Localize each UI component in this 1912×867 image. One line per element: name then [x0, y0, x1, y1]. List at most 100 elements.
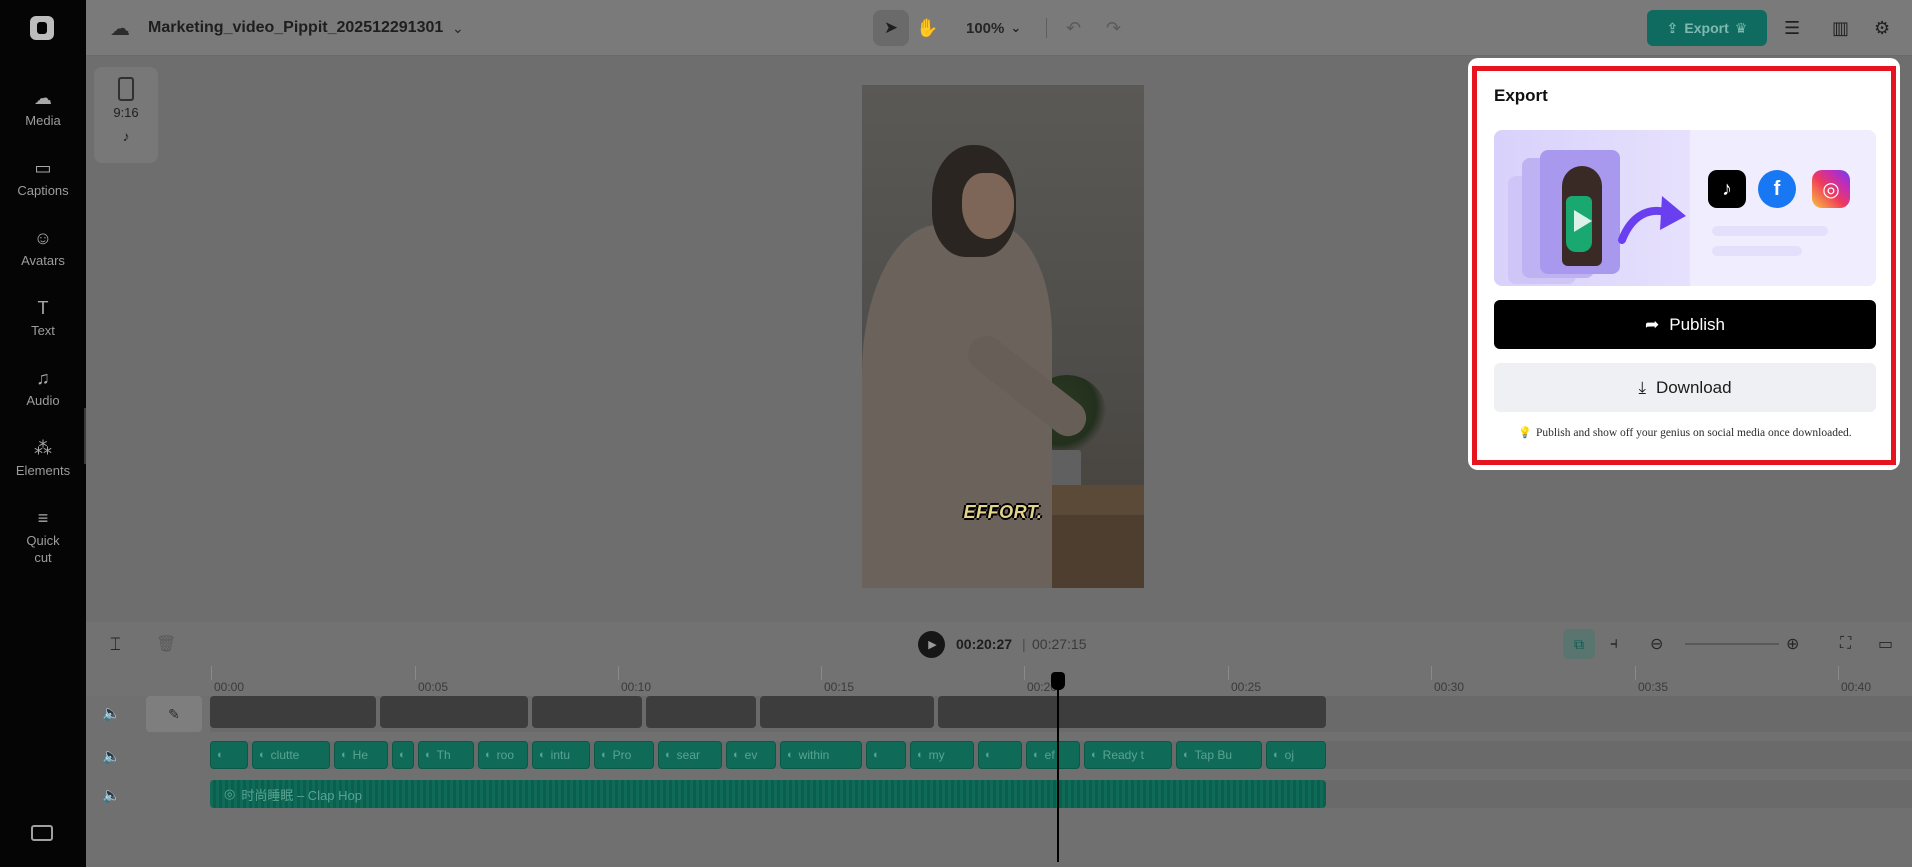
ruler-tick: 00:00 [210, 666, 245, 694]
edit-track-button[interactable]: ✎ [146, 696, 202, 732]
facebook-icon: f [1758, 170, 1796, 208]
video-preview[interactable]: EFFORT. [862, 85, 1144, 588]
play-button[interactable]: ▶ [918, 631, 945, 658]
settings-gear-icon[interactable]: ⚙ [1874, 0, 1890, 56]
caption-clip[interactable]: ◐ sear [658, 741, 722, 769]
sidebar-item-label: Elements [15, 463, 71, 478]
caption-clip[interactable]: ◐ [210, 741, 248, 769]
total-time: 00:27:15 [1032, 636, 1087, 652]
download-button[interactable]: ⤓ Download [1494, 363, 1876, 412]
keyboard-icon[interactable] [31, 825, 53, 841]
publish-button[interactable]: ➦ Publish [1494, 300, 1876, 349]
export-button-label: Export [1684, 20, 1729, 36]
project-title[interactable]: Marketing_video_Pippit_202512291301 [148, 0, 443, 56]
current-time: 00:20:27 [956, 636, 1013, 652]
speaker-icon[interactable]: 🔈 [102, 747, 121, 765]
layers-icon[interactable]: ☰ [1784, 0, 1800, 56]
zoom-out-icon[interactable]: ⊖ [1650, 622, 1663, 666]
share-icon: ⇪ [1666, 19, 1679, 36]
ruler-tick: 00:35 [1634, 666, 1669, 694]
app-logo[interactable] [30, 16, 54, 40]
sidebar-item-elements[interactable]: ⁂ Elements [0, 436, 86, 479]
undo-icon[interactable]: ↶ [1066, 0, 1081, 56]
caption-clip[interactable]: ◐ Th [418, 741, 474, 769]
caption-clip-label: clutte [270, 748, 300, 762]
preview-monitor-icon[interactable]: ▭ [1878, 622, 1893, 666]
playhead[interactable] [1057, 676, 1059, 862]
hand-tool-icon[interactable]: ✋ [916, 0, 938, 56]
caption-clip[interactable]: ◐ within [780, 741, 862, 769]
sidebar-item-label: Text [31, 323, 55, 338]
caption-clip-label: my [928, 748, 945, 762]
split-screen-icon[interactable]: ⫞ [1610, 622, 1618, 666]
sidebar-item-quick-cut[interactable]: ≡ Quick cut [0, 506, 86, 566]
chevron-down-icon[interactable]: ⌄ [452, 0, 464, 56]
trash-icon[interactable]: 🗑 [156, 622, 176, 666]
magnet-snap-button[interactable]: ⧉ [1563, 629, 1595, 659]
caption-clip[interactable]: ◐ [978, 741, 1022, 769]
caption-clip[interactable]: ◐ intu [532, 741, 590, 769]
select-tool-button[interactable]: ➤ [873, 10, 909, 46]
caption-clip-label: ef [1044, 748, 1055, 762]
caption-clip[interactable]: ◐ clutte [252, 741, 330, 769]
sidebar-item-media[interactable]: ☁ Media [0, 86, 86, 129]
voice-icon: ◐ [399, 749, 406, 761]
voice-icon: ◐ [425, 749, 432, 761]
sidebar-item-audio[interactable]: ♫ Audio [0, 366, 86, 409]
caption-clip[interactable]: ◐ [866, 741, 906, 769]
panel-layout-icon[interactable]: ▥ [1832, 0, 1849, 56]
caption-clip[interactable]: ◐ roo [478, 741, 528, 769]
timeline-zoom-slider[interactable] [1685, 643, 1779, 645]
lightbulb-icon: 💡 [1518, 427, 1533, 439]
woman-face [962, 173, 1014, 239]
ruler-tick: 00:15 [820, 666, 855, 694]
caption-clip[interactable]: ◐ [392, 741, 414, 769]
publish-button-label: Publish [1669, 314, 1725, 334]
speaker-icon[interactable]: 🔈 [102, 704, 121, 722]
timeline-ruler[interactable]: 00:00 00:05 00:10 00:15 00:20 00:25 00:3… [86, 666, 1912, 696]
audio-clip-label: 时尚睡眠 – Clap Hop [241, 787, 362, 803]
split-icon[interactable]: ⌶ [110, 622, 121, 666]
redo-icon[interactable]: ↷ [1106, 0, 1121, 56]
video-clip[interactable] [760, 696, 934, 728]
speaker-icon[interactable]: 🔈 [102, 786, 121, 804]
caption-clip-label: sear [676, 748, 700, 762]
video-clip[interactable] [380, 696, 528, 728]
caption-clip[interactable]: ◐ ef [1026, 741, 1080, 769]
aspect-ratio-label: 9:16 [113, 105, 139, 120]
caption-clip-label: within [798, 748, 830, 762]
left-sidebar: ☁ Media ▭ Captions ☺ Avatars T Text ♫ Au… [0, 0, 86, 867]
music-note-icon: ♫ [36, 368, 50, 388]
sidebar-item-text[interactable]: T Text [0, 296, 86, 339]
video-clip[interactable] [938, 696, 1326, 728]
music-disc-icon: ◎ [224, 786, 236, 801]
fullscreen-icon[interactable]: ⛶ [1840, 622, 1851, 666]
audio-clip[interactable]: ◎ 时尚睡眠 – Clap Hop [210, 780, 1326, 808]
share-arrow-icon: ➦ [1644, 314, 1660, 334]
export-panel-title: Export [1494, 86, 1548, 105]
voice-icon: ◐ [873, 749, 880, 761]
video-clip[interactable] [210, 696, 376, 728]
export-tip: 💡 Publish and show off your genius on soc… [1494, 426, 1876, 439]
zoom-level-dropdown[interactable]: 100% ⌄ [966, 0, 1021, 56]
caption-clip[interactable]: ◐ Pro [594, 741, 654, 769]
export-button[interactable]: ⇪ Export ♛ [1647, 10, 1767, 46]
magnet-icon: ⧉ [1574, 635, 1584, 652]
caption-clip[interactable]: ◐ ev [726, 741, 776, 769]
cursor-arrow-icon: ➤ [883, 18, 899, 37]
caption-clip[interactable]: ◐ Tap Bu [1176, 741, 1262, 769]
caption-clip-label: Pro [612, 748, 632, 762]
caption-clip[interactable]: ◐ my [910, 741, 974, 769]
caption-clip[interactable]: ◐ oj [1266, 741, 1326, 769]
sidebar-item-captions[interactable]: ▭ Captions [0, 156, 86, 199]
video-clip[interactable] [646, 696, 756, 728]
zoom-in-icon[interactable]: ⊕ [1786, 622, 1799, 666]
sidebar-item-avatars[interactable]: ☺ Avatars [0, 226, 86, 269]
video-clip[interactable] [532, 696, 642, 728]
cloud-save-icon[interactable]: ☁ [110, 0, 130, 56]
quick-cut-icon: ≡ [37, 508, 49, 528]
caption-clip[interactable]: ◐ Ready t [1084, 741, 1172, 769]
aspect-ratio-card[interactable]: 9:16 ♪ [94, 67, 158, 163]
sidebar-item-label: Audio [26, 393, 60, 408]
caption-clip[interactable]: ◐ He [334, 741, 388, 769]
